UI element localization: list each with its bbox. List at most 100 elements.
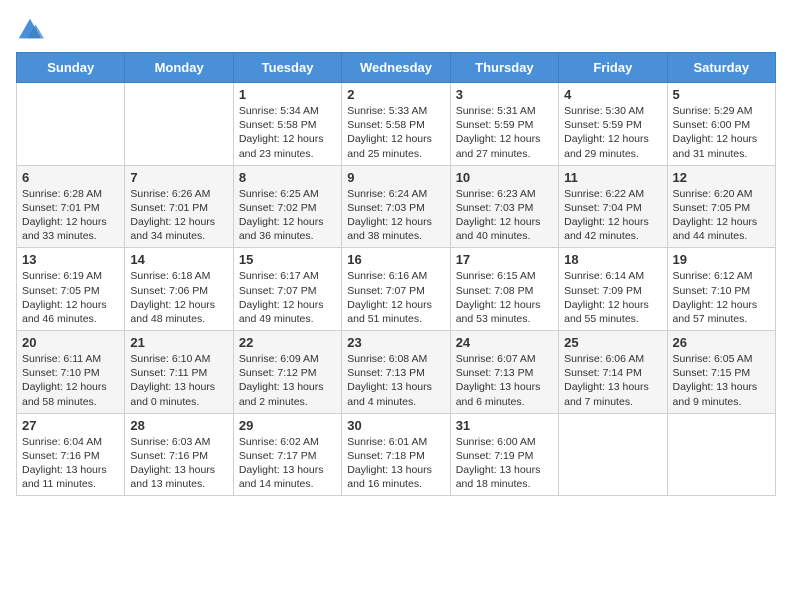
calendar-cell: 24 Sunrise: 6:07 AMSunset: 7:13 PMDayligh…	[450, 331, 558, 414]
day-info: Sunrise: 5:30 AMSunset: 5:59 PMDaylight:…	[564, 104, 661, 161]
day-number: 16	[347, 252, 444, 267]
day-number: 21	[130, 335, 227, 350]
calendar-cell	[17, 83, 125, 166]
day-number: 26	[673, 335, 770, 350]
day-header-friday: Friday	[559, 53, 667, 83]
day-number: 24	[456, 335, 553, 350]
day-number: 18	[564, 252, 661, 267]
calendar-cell: 8 Sunrise: 6:25 AMSunset: 7:02 PMDaylight…	[233, 165, 341, 248]
day-info: Sunrise: 6:07 AMSunset: 7:13 PMDaylight:…	[456, 352, 553, 409]
day-info: Sunrise: 6:14 AMSunset: 7:09 PMDaylight:…	[564, 269, 661, 326]
day-number: 13	[22, 252, 119, 267]
calendar-cell: 4 Sunrise: 5:30 AMSunset: 5:59 PMDaylight…	[559, 83, 667, 166]
calendar-cell: 18 Sunrise: 6:14 AMSunset: 7:09 PMDayligh…	[559, 248, 667, 331]
calendar-cell: 29 Sunrise: 6:02 AMSunset: 7:17 PMDayligh…	[233, 413, 341, 496]
calendar-cell: 13 Sunrise: 6:19 AMSunset: 7:05 PMDayligh…	[17, 248, 125, 331]
calendar-cell: 19Sunrise: 6:12 AMSunset: 7:10 PMDayligh…	[667, 248, 775, 331]
calendar-cell: 26 Sunrise: 6:05 AMSunset: 7:15 PMDayligh…	[667, 331, 775, 414]
day-info: Sunrise: 6:25 AMSunset: 7:02 PMDaylight:…	[239, 187, 336, 244]
calendar-cell: 22Sunrise: 6:09 AMSunset: 7:12 PMDayligh…	[233, 331, 341, 414]
calendar-cell: 14 Sunrise: 6:18 AMSunset: 7:06 PMDayligh…	[125, 248, 233, 331]
calendar-cell: 30 Sunrise: 6:01 AMSunset: 7:18 PMDayligh…	[342, 413, 450, 496]
day-info: Sunrise: 6:18 AMSunset: 7:06 PMDaylight:…	[130, 269, 227, 326]
day-info: Sunrise: 6:09 AMSunset: 7:12 PMDaylight:…	[239, 352, 336, 409]
day-info: Sunrise: 6:15 AMSunset: 7:08 PMDaylight:…	[456, 269, 553, 326]
day-header-monday: Monday	[125, 53, 233, 83]
day-info: Sunrise: 6:10 AMSunset: 7:11 PMDaylight:…	[130, 352, 227, 409]
day-info: Sunrise: 6:05 AMSunset: 7:15 PMDaylight:…	[673, 352, 770, 409]
calendar-cell: 31 Sunrise: 6:00 AMSunset: 7:19 PMDayligh…	[450, 413, 558, 496]
day-info: Sunrise: 5:33 AMSunset: 5:58 PMDaylight:…	[347, 104, 444, 161]
day-number: 19	[673, 252, 770, 267]
day-info: Sunrise: 6:26 AMSunset: 7:01 PMDaylight:…	[130, 187, 227, 244]
day-info: Sunrise: 6:24 AMSunset: 7:03 PMDaylight:…	[347, 187, 444, 244]
day-header-row: SundayMondayTuesdayWednesdayThursdayFrid…	[17, 53, 776, 83]
day-info: Sunrise: 6:20 AMSunset: 7:05 PMDaylight:…	[673, 187, 770, 244]
day-number: 10	[456, 170, 553, 185]
calendar-cell: 9Sunrise: 6:24 AMSunset: 7:03 PMDaylight…	[342, 165, 450, 248]
day-number: 31	[456, 418, 553, 433]
day-info: Sunrise: 6:01 AMSunset: 7:18 PMDaylight:…	[347, 435, 444, 492]
day-number: 5	[673, 87, 770, 102]
calendar-cell: 10 Sunrise: 6:23 AMSunset: 7:03 PMDayligh…	[450, 165, 558, 248]
day-info: Sunrise: 5:31 AMSunset: 5:59 PMDaylight:…	[456, 104, 553, 161]
day-header-thursday: Thursday	[450, 53, 558, 83]
day-number: 2	[347, 87, 444, 102]
calendar-cell: 5 Sunrise: 5:29 AMSunset: 6:00 PMDaylight…	[667, 83, 775, 166]
calendar-cell	[559, 413, 667, 496]
calendar-cell: 15 Sunrise: 6:17 AMSunset: 7:07 PMDayligh…	[233, 248, 341, 331]
day-number: 17	[456, 252, 553, 267]
calendar-cell: 12 Sunrise: 6:20 AMSunset: 7:05 PMDayligh…	[667, 165, 775, 248]
day-number: 8	[239, 170, 336, 185]
day-info: Sunrise: 6:08 AMSunset: 7:13 PMDaylight:…	[347, 352, 444, 409]
day-number: 23	[347, 335, 444, 350]
day-info: Sunrise: 6:28 AMSunset: 7:01 PMDaylight:…	[22, 187, 119, 244]
header	[16, 16, 776, 44]
logo-icon	[16, 16, 44, 44]
day-number: 4	[564, 87, 661, 102]
week-row-2: 6 Sunrise: 6:28 AMSunset: 7:01 PMDaylight…	[17, 165, 776, 248]
day-number: 7	[130, 170, 227, 185]
day-info: Sunrise: 6:00 AMSunset: 7:19 PMDaylight:…	[456, 435, 553, 492]
calendar-cell: 20Sunrise: 6:11 AMSunset: 7:10 PMDayligh…	[17, 331, 125, 414]
day-info: Sunrise: 6:06 AMSunset: 7:14 PMDaylight:…	[564, 352, 661, 409]
day-number: 11	[564, 170, 661, 185]
week-row-5: 27Sunrise: 6:04 AMSunset: 7:16 PMDayligh…	[17, 413, 776, 496]
day-number: 1	[239, 87, 336, 102]
calendar-cell: 3 Sunrise: 5:31 AMSunset: 5:59 PMDaylight…	[450, 83, 558, 166]
calendar-cell	[125, 83, 233, 166]
day-number: 30	[347, 418, 444, 433]
week-row-3: 13 Sunrise: 6:19 AMSunset: 7:05 PMDayligh…	[17, 248, 776, 331]
day-number: 20	[22, 335, 119, 350]
calendar-table: SundayMondayTuesdayWednesdayThursdayFrid…	[16, 52, 776, 496]
day-info: Sunrise: 6:17 AMSunset: 7:07 PMDaylight:…	[239, 269, 336, 326]
day-info: Sunrise: 6:22 AMSunset: 7:04 PMDaylight:…	[564, 187, 661, 244]
day-number: 28	[130, 418, 227, 433]
calendar-cell: 21 Sunrise: 6:10 AMSunset: 7:11 PMDayligh…	[125, 331, 233, 414]
calendar-cell	[667, 413, 775, 496]
calendar-cell: 25 Sunrise: 6:06 AMSunset: 7:14 PMDayligh…	[559, 331, 667, 414]
day-info: Sunrise: 6:16 AMSunset: 7:07 PMDaylight:…	[347, 269, 444, 326]
calendar-cell: 17 Sunrise: 6:15 AMSunset: 7:08 PMDayligh…	[450, 248, 558, 331]
calendar-cell: 11 Sunrise: 6:22 AMSunset: 7:04 PMDayligh…	[559, 165, 667, 248]
day-header-sunday: Sunday	[17, 53, 125, 83]
calendar-cell: 16 Sunrise: 6:16 AMSunset: 7:07 PMDayligh…	[342, 248, 450, 331]
day-number: 3	[456, 87, 553, 102]
calendar-cell: 27Sunrise: 6:04 AMSunset: 7:16 PMDayligh…	[17, 413, 125, 496]
day-number: 12	[673, 170, 770, 185]
day-info: Sunrise: 6:02 AMSunset: 7:17 PMDaylight:…	[239, 435, 336, 492]
logo	[16, 16, 48, 44]
day-number: 6	[22, 170, 119, 185]
calendar-cell: 23 Sunrise: 6:08 AMSunset: 7:13 PMDayligh…	[342, 331, 450, 414]
day-info: Sunrise: 6:19 AMSunset: 7:05 PMDaylight:…	[22, 269, 119, 326]
day-info: Sunrise: 5:34 AMSunset: 5:58 PMDaylight:…	[239, 104, 336, 161]
day-header-tuesday: Tuesday	[233, 53, 341, 83]
day-info: Sunrise: 5:29 AMSunset: 6:00 PMDaylight:…	[673, 104, 770, 161]
day-info: Sunrise: 6:03 AMSunset: 7:16 PMDaylight:…	[130, 435, 227, 492]
day-number: 29	[239, 418, 336, 433]
calendar-cell: 2 Sunrise: 5:33 AMSunset: 5:58 PMDaylight…	[342, 83, 450, 166]
day-number: 15	[239, 252, 336, 267]
day-number: 25	[564, 335, 661, 350]
day-info: Sunrise: 6:23 AMSunset: 7:03 PMDaylight:…	[456, 187, 553, 244]
day-number: 14	[130, 252, 227, 267]
